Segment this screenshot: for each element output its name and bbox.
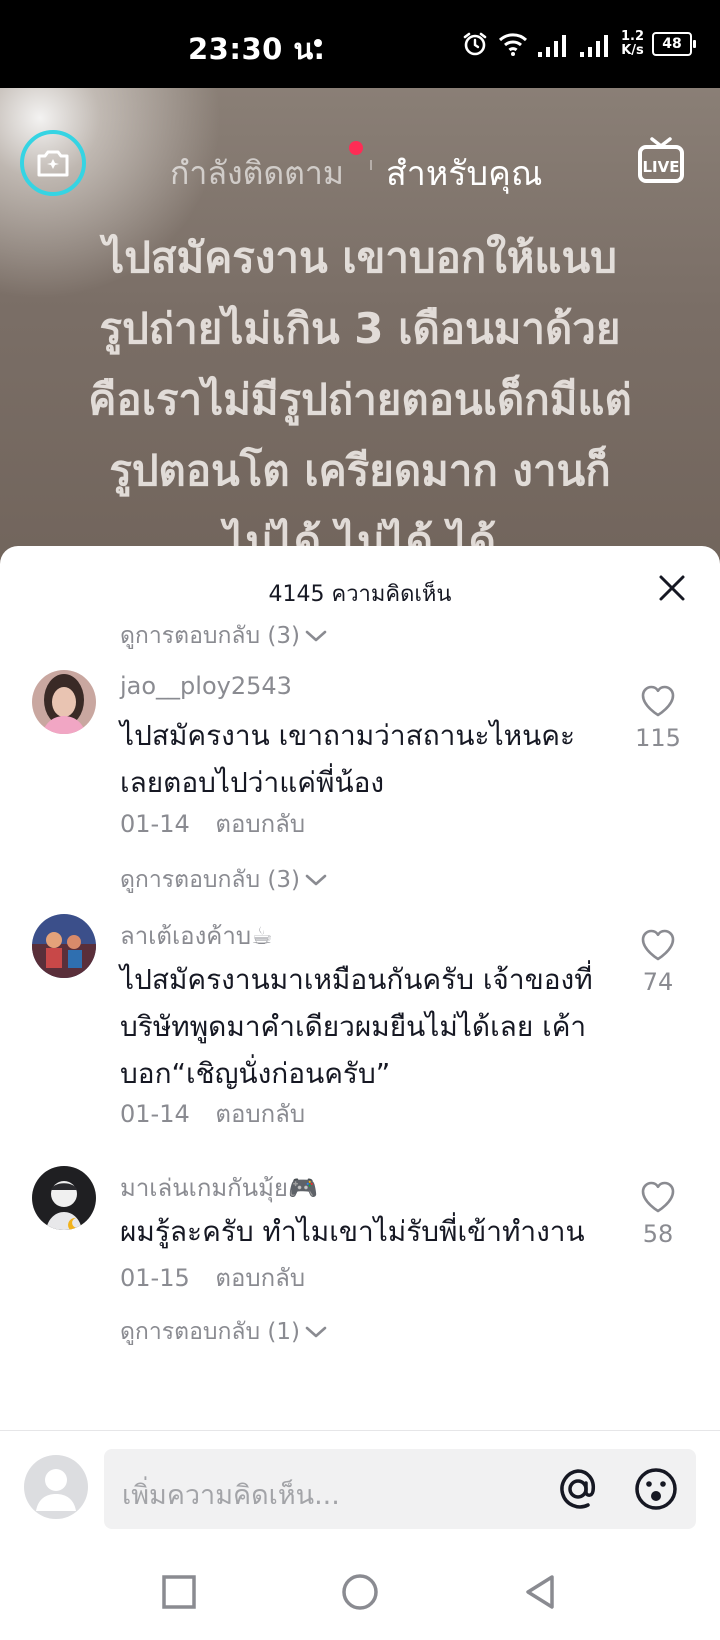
comment-date: 01-14 — [120, 810, 190, 838]
comment-input-placeholder: เพิ่มความคิดเห็น... — [122, 1480, 340, 1511]
square-icon — [162, 1575, 196, 1609]
close-icon — [659, 575, 685, 601]
home-button[interactable] — [340, 1572, 380, 1612]
comment-date: 01-14 — [120, 1100, 190, 1128]
comments-header: 4145 ความคิดเห็น — [0, 546, 720, 630]
tab-following[interactable]: กำลังติดตาม — [170, 148, 344, 199]
view-replies-label: ดูการตอบกลับ (3) — [120, 623, 300, 649]
comment-text: ไปสมัครงานมาเหมือนกันครับ เจ้าของที่บริษ… — [120, 963, 593, 1090]
tab-separator — [370, 160, 372, 170]
default-avatar-icon — [36, 1469, 76, 1511]
top-nav: กำลังติดตาม สำหรับคุณ LIVE — [0, 108, 720, 196]
alarm-icon — [463, 32, 487, 56]
network-speed-value: 1.2 — [620, 29, 644, 44]
battery-icon: 48 — [652, 32, 696, 56]
caption-line: ไปสมัครงาน เขาบอกให้แนบ — [103, 233, 617, 282]
view-replies-button[interactable]: ดูการตอบกลับ (3) — [120, 862, 328, 898]
avatar[interactable] — [32, 670, 96, 734]
camera-icon — [37, 150, 69, 177]
battery-level: 48 — [662, 36, 682, 52]
reply-button[interactable]: ตอบกลับ — [215, 810, 305, 838]
comment-meta: 01-15 ตอบกลับ — [120, 1258, 305, 1297]
comment-username[interactable]: มาเล่นเกมกันมุ้ย🎮 — [120, 1168, 318, 1207]
avatar-image — [32, 670, 96, 734]
heart-icon — [641, 929, 675, 961]
emoji-icon — [635, 1468, 677, 1510]
avatar-image — [32, 914, 96, 978]
view-replies-button[interactable]: ดูการตอบกลับ (3) — [120, 618, 328, 654]
camera-button[interactable] — [20, 130, 86, 196]
comment-text: ผมรู้ละครับ ทำไมเขาไม่รับพี่เข้าทำงาน — [120, 1215, 585, 1248]
video-caption: ไปสมัครงาน เขาบอกให้แนบ รูปถ่ายไม่เกิน 3… — [0, 222, 720, 577]
network-speed-unit: K/s — [621, 43, 644, 58]
my-avatar — [24, 1455, 88, 1519]
like-button[interactable]: 58 — [630, 1180, 686, 1248]
network-speed: 1.2 K/s — [621, 30, 644, 58]
tab-for-you[interactable]: สำหรับคุณ — [386, 146, 542, 200]
chevron-down-icon — [305, 874, 327, 886]
signal-icon-1 — [537, 35, 566, 57]
caption-line: รูปตอนโต เครียดมาก งานก็ — [109, 446, 611, 495]
back-button[interactable] — [520, 1572, 560, 1612]
circle-icon — [342, 1574, 378, 1610]
status-bar: 23:30 น. 1.2 K/s 48 — [0, 0, 720, 88]
mention-button[interactable] — [554, 1465, 602, 1513]
caption-line: รูปถ่ายไม่เกิน 3 เดือนมาด้วย — [99, 304, 621, 353]
reply-button[interactable]: ตอบกลับ — [215, 1100, 305, 1128]
following-notification-dot — [349, 141, 363, 155]
system-nav-bar — [0, 1544, 720, 1640]
recents-button[interactable] — [159, 1572, 199, 1612]
status-icons: 1.2 K/s 48 — [461, 26, 696, 62]
comment-username[interactable]: jao__ploy2543 — [120, 672, 292, 700]
comment-username[interactable]: ลาเต้เองค้าบ☕ — [120, 916, 273, 955]
close-button[interactable] — [656, 572, 688, 604]
avatar-image — [32, 1166, 96, 1230]
live-button[interactable]: LIVE — [636, 136, 686, 186]
view-replies-label: ดูการตอบกลับ (1) — [120, 1319, 300, 1345]
heart-icon — [641, 685, 675, 717]
like-count: 58 — [642, 1220, 674, 1248]
avatar[interactable] — [32, 914, 96, 978]
comment-input[interactable]: เพิ่มความคิดเห็น... — [104, 1449, 696, 1529]
wifi-icon — [498, 33, 527, 56]
comment-meta: 01-14 ตอบกลับ — [120, 804, 305, 843]
comment-text: ไปสมัครงาน เขาถามว่าสถานะไหนคะ เลยตอบไปว… — [120, 719, 576, 799]
comment-meta: 01-14 ตอบกลับ — [120, 1094, 305, 1133]
reply-button[interactable]: ตอบกลับ — [215, 1264, 305, 1292]
chevron-down-icon — [305, 1326, 327, 1338]
heart-icon — [641, 1181, 675, 1213]
chevron-down-icon — [305, 630, 327, 642]
status-time: 23:30 น. — [188, 32, 326, 66]
comment-count: 4145 ความคิดเห็น — [268, 582, 452, 607]
triangle-back-icon — [526, 1575, 554, 1609]
comment-input-bar: เพิ่มความคิดเห็น... — [0, 1430, 720, 1545]
like-count: 115 — [635, 724, 681, 752]
live-icon: LIVE — [638, 137, 684, 183]
like-button[interactable]: 115 — [630, 684, 686, 752]
comment-date: 01-15 — [120, 1264, 190, 1292]
svg-text:LIVE: LIVE — [643, 158, 680, 176]
emoji-button[interactable] — [632, 1465, 680, 1513]
at-icon — [560, 1469, 596, 1509]
view-replies-button[interactable]: ดูการตอบกลับ (1) — [120, 1314, 328, 1350]
signal-icon-2 — [579, 35, 608, 57]
view-replies-label: ดูการตอบกลับ (3) — [120, 867, 300, 893]
avatar[interactable] — [32, 1166, 96, 1230]
caption-line: คือเราไม่มีรูปถ่ายตอนเด็กมีแต่ — [88, 375, 632, 424]
like-button[interactable]: 74 — [630, 928, 686, 996]
like-count: 74 — [642, 968, 674, 996]
notification-dot — [314, 39, 322, 47]
